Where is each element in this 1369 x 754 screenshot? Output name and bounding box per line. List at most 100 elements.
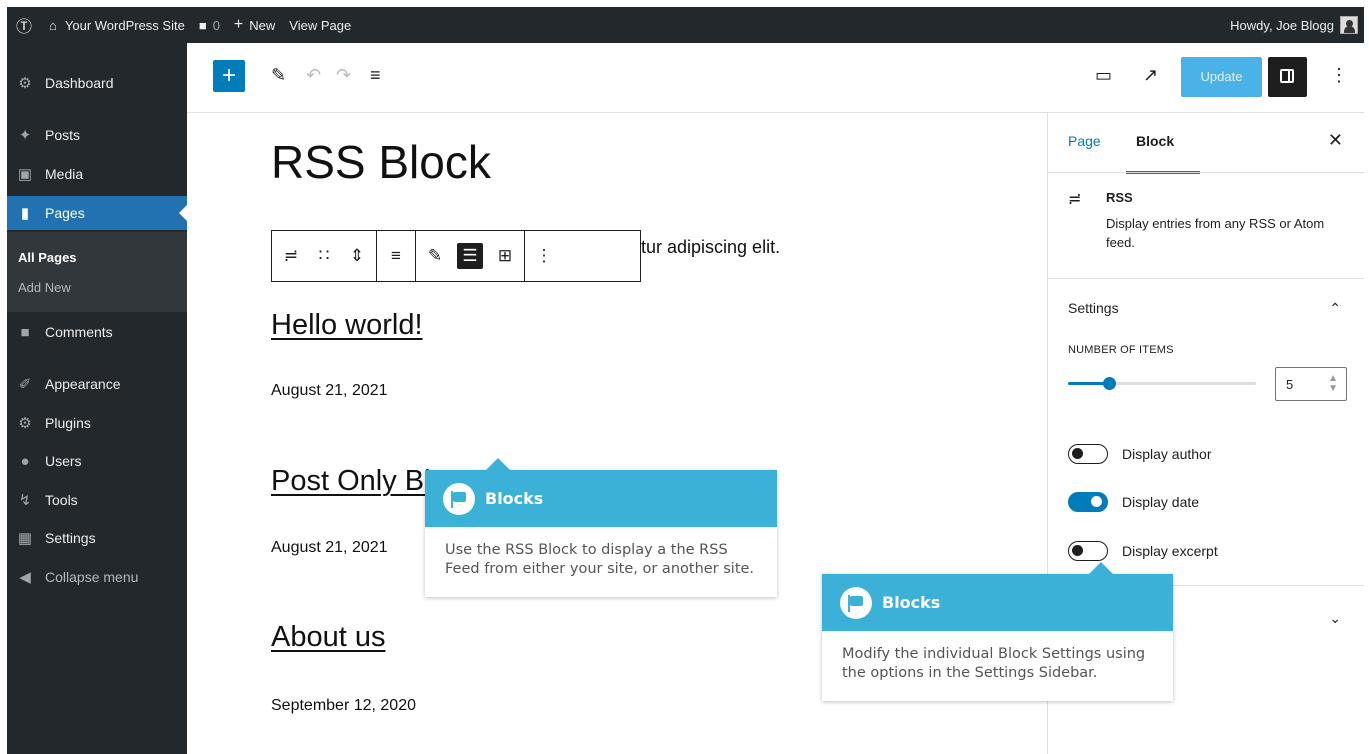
flag-icon: [840, 586, 872, 619]
items-range-slider[interactable]: [1068, 377, 1256, 390]
drag-handle-icon[interactable]: ∷: [313, 246, 335, 266]
admin-sidebar: ⚙ Dashboard ✦ Posts ▣ Media ▮ Pages All …: [7, 43, 187, 754]
rss-post-title[interactable]: About us: [271, 621, 385, 654]
display-date-toggle[interactable]: [1068, 492, 1108, 512]
avatar: [1340, 16, 1358, 34]
undo-icon[interactable]: ↶: [306, 65, 321, 86]
list-view-icon[interactable]: ≡: [370, 65, 381, 86]
wordpress-logo-icon[interactable]: Ⓣ: [7, 7, 39, 43]
flag-icon: [443, 482, 475, 515]
sidebar-item-media[interactable]: ▣ Media: [7, 157, 187, 191]
tab-block[interactable]: Block: [1136, 133, 1174, 149]
rss-icon[interactable]: ≓: [280, 246, 302, 266]
settings-sidebar-toggle[interactable]: [1268, 57, 1307, 97]
more-options-icon[interactable]: ⋮: [1330, 65, 1348, 86]
plugin-icon: ⚙: [18, 415, 32, 432]
number-of-items-input[interactable]: 5 ▲ ▼: [1275, 367, 1347, 401]
sidebar-item-label: Settings: [45, 530, 96, 546]
sidebar-item-label: Media: [45, 166, 84, 182]
sidebar-item-collapse[interactable]: ◀ Collapse menu: [7, 560, 187, 594]
rss-post-date: September 12, 2020: [271, 697, 416, 714]
pages-submenu: All Pages Add New: [7, 232, 187, 312]
new-content-link[interactable]: + New: [227, 7, 282, 43]
number-of-items-label: NUMBER OF ITEMS: [1068, 344, 1174, 356]
move-updown-icon[interactable]: ⇕: [346, 246, 368, 266]
sidebar-item-label: Tools: [45, 492, 78, 508]
editor-toolbar: + ✎ ↶ ↷ ≡ ▭ ↗ Update ⋮: [187, 43, 1364, 113]
sidebar-item-pages[interactable]: ▮ Pages: [7, 196, 187, 230]
update-button[interactable]: Update: [1181, 57, 1262, 97]
tooltip-arrow: [485, 458, 511, 471]
app-frame: Ⓣ ⌂ Your WordPress Site ■ 0 + New View P…: [7, 7, 1364, 754]
intro-text: tur adipiscing elit.: [641, 237, 781, 257]
edit-url-icon[interactable]: ✎: [424, 246, 446, 266]
stepper-icon[interactable]: ▲ ▼: [1328, 374, 1338, 394]
view-page-label: View Page: [289, 17, 352, 33]
pages-icon: ▮: [20, 205, 30, 222]
site-name-link[interactable]: ⌂ Your WordPress Site: [39, 7, 192, 43]
sidebar-item-appearance[interactable]: ✐ Appearance: [7, 367, 187, 401]
block-toolbar: ≓ ∷ ⇕ ≡ ✎ ☰ ⊞ ⋮: [271, 230, 641, 282]
tooltip-header: Blocks: [425, 470, 777, 527]
align-icon[interactable]: ≡: [385, 246, 407, 266]
redo-icon[interactable]: ↷: [336, 65, 351, 86]
sidebar-item-label: Dashboard: [45, 75, 114, 91]
pencil-tools-icon[interactable]: ✎: [271, 65, 286, 86]
add-block-button[interactable]: +: [213, 60, 245, 92]
page-title[interactable]: RSS Block: [271, 135, 491, 189]
display-author-toggle[interactable]: [1068, 444, 1108, 464]
tab-page[interactable]: Page: [1068, 133, 1101, 149]
plus-icon: +: [233, 16, 244, 33]
toggle-knob: [1072, 448, 1083, 459]
block-toolbar-group-more: ⋮: [525, 231, 563, 281]
comments-link[interactable]: ■ 0: [192, 7, 227, 43]
site-name: Your WordPress Site: [64, 17, 185, 33]
sidebar-item-users[interactable]: ● Users: [7, 444, 187, 478]
sidebar-item-settings[interactable]: ▦ Settings: [7, 521, 187, 555]
block-toolbar-group-type: ≓ ∷ ⇕: [272, 231, 377, 281]
sidebar-item-label: Collapse menu: [45, 569, 139, 585]
range-thumb[interactable]: [1103, 377, 1117, 390]
preview-desktop-icon[interactable]: ▭: [1095, 65, 1112, 86]
toggle-knob: [1091, 496, 1102, 507]
display-excerpt-toggle[interactable]: [1068, 541, 1108, 561]
list-view-mode-icon[interactable]: ☰: [457, 243, 483, 269]
number-of-items-value: 5: [1286, 377, 1294, 392]
view-page-link[interactable]: View Page: [282, 7, 358, 43]
tooltip-arrow: [1088, 562, 1114, 575]
submenu-add-new[interactable]: Add New: [18, 280, 71, 295]
settings-section-title[interactable]: Settings: [1068, 300, 1119, 316]
sidebar-item-plugins[interactable]: ⚙ Plugins: [7, 406, 187, 440]
toggle-knob: [1072, 545, 1083, 556]
sidebar-item-label: Comments: [45, 324, 113, 340]
comment-bubble-icon: ■: [198, 17, 207, 33]
sidebar-item-tools[interactable]: ↯ Tools: [7, 483, 187, 517]
submenu-all-pages[interactable]: All Pages: [18, 250, 77, 265]
rss-post-title[interactable]: Hello world!: [271, 309, 423, 342]
display-author-label: Display author: [1122, 446, 1212, 462]
sidebar-item-posts[interactable]: ✦ Posts: [7, 118, 187, 152]
rss-post-date: August 21, 2021: [271, 382, 388, 399]
rss-post-title[interactable]: Post Only Bl: [271, 465, 431, 498]
block-card-title: RSS: [1106, 190, 1133, 205]
chevron-up-icon[interactable]: ⌃: [1329, 300, 1341, 317]
divider: [1048, 172, 1364, 173]
block-options-icon[interactable]: ⋮: [533, 246, 555, 266]
grid-view-icon[interactable]: ⊞: [494, 246, 516, 266]
tooltip-body: Use the RSS Block to display a the RSS F…: [445, 542, 755, 577]
sidebar-item-label: Users: [45, 453, 82, 469]
tooltip-rss-block: Blocks Use the RSS Block to display a th…: [425, 458, 777, 597]
tooltip-header: Blocks: [822, 574, 1173, 631]
display-date-label: Display date: [1122, 494, 1200, 510]
block-toolbar-group-view: ✎ ☰ ⊞: [416, 231, 525, 281]
comment-icon: ■: [20, 323, 30, 341]
view-external-icon[interactable]: ↗: [1143, 65, 1158, 86]
close-icon[interactable]: ✕: [1328, 130, 1343, 151]
account-menu[interactable]: Howdy, Joe Blogg: [1230, 7, 1358, 43]
sidebar-item-dashboard[interactable]: ⚙ Dashboard: [7, 66, 187, 100]
tooltip-body: Modify the individual Block Settings usi…: [842, 646, 1146, 681]
comments-count: 0: [212, 17, 220, 33]
new-label: New: [249, 17, 276, 33]
chevron-down-icon[interactable]: ⌄: [1329, 610, 1341, 627]
sidebar-item-comments[interactable]: ■ Comments: [7, 315, 187, 349]
